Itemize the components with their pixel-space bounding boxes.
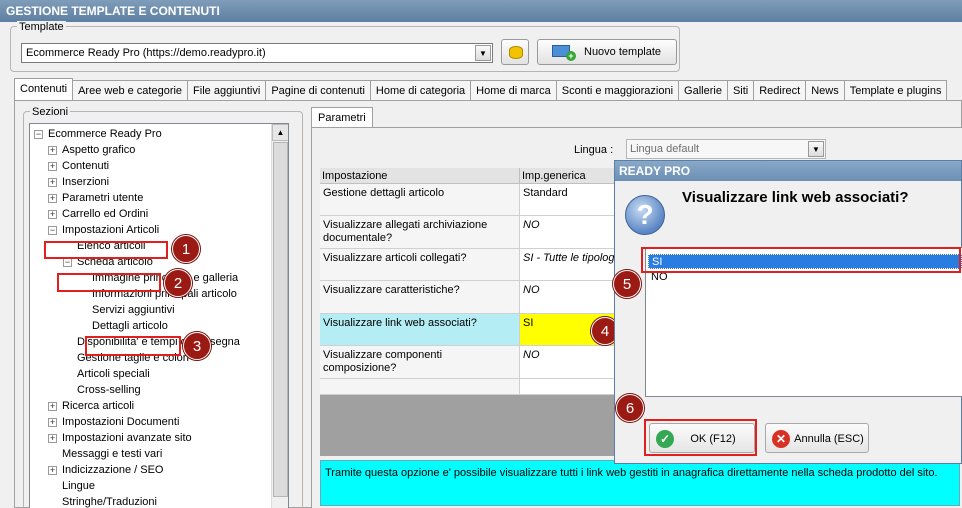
expand-icon[interactable]: + — [48, 466, 57, 475]
dialog-title: READY PRO — [615, 161, 961, 181]
cancel-button[interactable]: ✕ Annulla (ESC) — [765, 423, 869, 453]
tab-pagine-contenuti[interactable]: Pagine di contenuti — [265, 80, 371, 100]
lingua-value: Lingua default — [630, 143, 700, 155]
database-icon — [509, 46, 523, 59]
setting-key[interactable]: Gestione dettagli articolo — [320, 184, 520, 216]
highlight-box-1 — [44, 241, 168, 259]
tree-node[interactable]: Contenuti — [62, 160, 109, 172]
sections-tree[interactable]: ▲ − Ecommerce Ready Pro + Aspetto grafic… — [29, 123, 289, 508]
tree-node[interactable]: Stringhe/Traduzioni — [62, 496, 157, 508]
tree-node[interactable]: Cross-selling — [77, 384, 141, 396]
sezioni-label: Sezioni — [30, 106, 71, 118]
collapse-icon[interactable]: − — [48, 226, 57, 235]
scroll-thumb[interactable] — [273, 142, 288, 497]
tree-node[interactable]: Articoli speciali — [77, 368, 150, 380]
template-label: Template — [17, 21, 66, 33]
dialog-question: Visualizzare link web associati? — [682, 189, 909, 206]
tree-node[interactable]: Indicizzazione / SEO — [62, 464, 164, 476]
expand-icon[interactable]: + — [48, 146, 57, 155]
tree-node-dettagli-articolo[interactable]: Dettagli articolo — [92, 320, 168, 332]
expand-icon[interactable]: + — [48, 402, 57, 411]
tab-contenuti[interactable]: Contenuti — [14, 78, 74, 100]
tab-redirect[interactable]: Redirect — [753, 80, 807, 100]
tree-node[interactable]: Parametri utente — [62, 192, 143, 204]
tree-node[interactable]: Impostazioni Documenti — [62, 416, 179, 428]
tree-node[interactable]: Aspetto grafico — [62, 144, 135, 156]
settings-grid: Impostazione Imp.generica Gestione detta… — [320, 168, 640, 456]
tab-file-aggiuntivi[interactable]: File aggiuntivi — [187, 80, 267, 100]
lingua-label: Lingua : — [574, 144, 614, 156]
expand-icon[interactable]: + — [48, 418, 57, 427]
template-select[interactable]: Ecommerce Ready Pro (https://demo.readyp… — [21, 43, 493, 63]
main-tabs: Contenuti Aree web e categorie File aggi… — [14, 78, 948, 100]
tree-scrollbar[interactable]: ▲ — [271, 124, 288, 508]
scroll-up-icon[interactable]: ▲ — [272, 124, 288, 141]
tree-node[interactable]: Ricerca articoli — [62, 400, 134, 412]
expand-icon[interactable]: + — [48, 178, 57, 187]
column-header-impostazione: Impostazione — [320, 168, 520, 184]
tab-gallerie[interactable]: Gallerie — [678, 80, 728, 100]
empty-row — [320, 379, 520, 395]
tab-news[interactable]: News — [805, 80, 845, 100]
plus-icon: + — [566, 51, 576, 61]
step-marker-3: 3 — [183, 332, 211, 360]
setting-key[interactable]: Visualizzare componenti composizione? — [320, 346, 520, 379]
window-title: GESTIONE TEMPLATE E CONTENUTI — [0, 0, 962, 22]
highlight-box-5 — [641, 247, 961, 273]
chevron-down-icon[interactable]: ▼ — [808, 141, 824, 157]
question-icon: ? — [625, 195, 665, 235]
step-marker-6: 6 — [616, 394, 644, 422]
tab-siti[interactable]: Siti — [726, 80, 755, 100]
database-button[interactable] — [501, 39, 529, 65]
new-template-label: Nuovo template — [584, 46, 662, 58]
tab-template-plugins[interactable]: Template e plugins — [843, 80, 948, 100]
setting-key[interactable]: Visualizzare allegati archiviazione docu… — [320, 216, 520, 249]
collapse-icon[interactable]: − — [63, 258, 72, 267]
setting-key[interactable]: Visualizzare caratteristiche? — [320, 281, 520, 314]
chevron-down-icon[interactable]: ▼ — [475, 45, 491, 61]
highlight-box-2 — [57, 273, 161, 292]
setting-key[interactable]: Visualizzare articoli collegati? — [320, 249, 520, 281]
tree-node[interactable]: Carrello ed Ordini — [62, 208, 148, 220]
tree-node[interactable]: Lingue — [62, 480, 95, 492]
expand-icon[interactable]: + — [48, 194, 57, 203]
expand-icon[interactable]: + — [48, 434, 57, 443]
tab-home-categoria[interactable]: Home di categoria — [369, 80, 472, 100]
tree-node[interactable]: Inserzioni — [62, 176, 109, 188]
lingua-select[interactable]: Lingua default ▼ — [626, 139, 826, 159]
expand-icon[interactable]: + — [48, 162, 57, 171]
step-marker-5: 5 — [613, 270, 641, 298]
tree-node[interactable]: Impostazioni avanzate sito — [62, 432, 192, 444]
tab-home-marca[interactable]: Home di marca — [470, 80, 557, 100]
close-icon: ✕ — [772, 430, 790, 448]
tab-aree-web[interactable]: Aree web e categorie — [72, 80, 189, 100]
step-marker-2: 2 — [164, 269, 192, 297]
step-marker-1: 1 — [172, 235, 200, 263]
template-group: Template Ecommerce Ready Pro (https://de… — [10, 21, 680, 72]
setting-key-selected[interactable]: Visualizzare link web associati? — [320, 314, 520, 346]
tab-parametri[interactable]: Parametri — [311, 107, 373, 127]
highlight-box-6 — [644, 419, 757, 456]
new-template-button[interactable]: + Nuovo template — [537, 39, 677, 65]
highlight-box-3 — [85, 336, 181, 356]
expand-icon[interactable]: + — [48, 210, 57, 219]
setting-description: Tramite questa opzione e' possibile visu… — [320, 460, 960, 506]
tree-node[interactable]: Servizi aggiuntivi — [92, 304, 175, 316]
tab-sconti[interactable]: Sconti e maggiorazioni — [555, 80, 680, 100]
tree-node[interactable]: Ecommerce Ready Pro — [48, 128, 162, 140]
cancel-label: Annulla (ESC) — [794, 433, 864, 445]
tree-node[interactable]: Messaggi e testi vari — [62, 448, 162, 460]
tree-node-impostazioni-articoli[interactable]: Impostazioni Articoli — [62, 224, 159, 236]
collapse-icon[interactable]: − — [34, 130, 43, 139]
template-select-value: Ecommerce Ready Pro (https://demo.readyp… — [26, 47, 266, 59]
